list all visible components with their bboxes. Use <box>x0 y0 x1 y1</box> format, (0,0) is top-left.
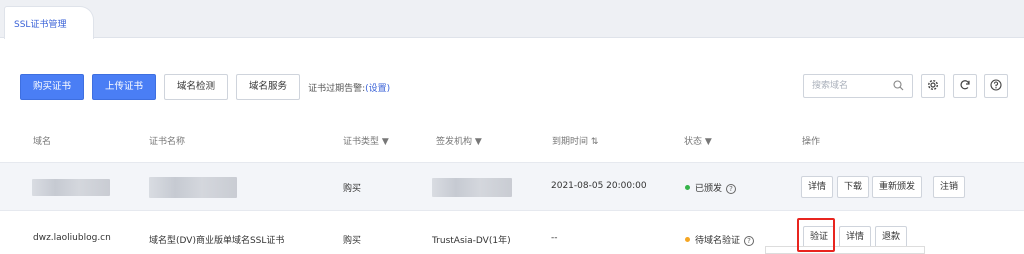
buy-cert-button[interactable]: 购买证书 <box>20 74 85 100</box>
expiry-alert-note: 证书过期告警:(设置) <box>308 81 390 94</box>
toolbar: 购买证书 上传证书 域名检测 域名服务 证书过期告警:(设置) <box>20 74 390 100</box>
sort-icon[interactable]: ⇅ <box>588 137 599 147</box>
expiry-alert-settings-link[interactable]: (设置) <box>365 84 390 94</box>
filter-icon[interactable]: ▼ <box>379 137 389 147</box>
col-expiry[interactable]: 到期时间 ⇅ <box>552 134 598 147</box>
details-button[interactable]: 详情 <box>801 176 834 198</box>
filter-icon[interactable]: ▼ <box>702 137 712 147</box>
highlight-box <box>797 218 835 252</box>
expiry-cell: -- <box>551 233 558 243</box>
revoke-button[interactable]: 注销 <box>933 176 966 198</box>
tab-ssl-management[interactable]: SSL证书管理 <box>4 6 94 39</box>
refund-button[interactable]: 退款 <box>875 226 908 248</box>
reissue-button[interactable]: 重新颁发 <box>872 176 923 198</box>
settings-button[interactable] <box>921 74 945 98</box>
search-icon[interactable] <box>893 80 904 94</box>
domain-service-button[interactable]: 域名服务 <box>236 74 301 100</box>
upload-cert-button[interactable]: 上传证书 <box>92 74 157 100</box>
col-actions: 操作 <box>802 137 821 147</box>
cert-type-cell: 购买 <box>343 236 362 246</box>
expiry-cell: 2021-08-05 20:00:00 <box>551 181 647 191</box>
details-button[interactable]: 详情 <box>839 226 872 248</box>
help-icon[interactable]: ? <box>744 236 755 246</box>
tab-bar: SSL证书管理 <box>0 0 1024 39</box>
status-dot <box>685 237 690 242</box>
status-cell: 已颁发? <box>685 181 737 194</box>
refresh-icon <box>959 79 971 94</box>
expiry-alert-label: 证书过期告警: <box>308 83 366 94</box>
search-input[interactable] <box>804 75 889 97</box>
table-row: 购买 2021-08-05 20:00:00 已颁发? 详情 下载 重新颁发 注… <box>0 162 1024 211</box>
col-status[interactable]: 状态 ▼ <box>684 134 712 147</box>
cert-name-cell: 域名型(DV)商业版单域名SSL证书 <box>149 236 285 246</box>
gear-icon <box>927 79 939 94</box>
redacted-domain <box>32 179 110 196</box>
table-header: 域名 证书名称 证书类型 ▼ 签发机构 ▼ 到期时间 ⇅ 状态 ▼ 操作 <box>0 117 1024 161</box>
filter-icon[interactable]: ▼ <box>472 137 482 147</box>
col-expiry-label: 到期时间 <box>552 137 589 147</box>
col-cert-name: 证书名称 <box>149 137 186 147</box>
status-label: 已颁发 <box>695 184 723 194</box>
col-issuer[interactable]: 签发机构 ▼ <box>436 134 482 147</box>
issuer-cell: TrustAsia-DV(1年) <box>432 236 511 246</box>
col-issuer-label: 签发机构 <box>436 137 473 147</box>
status-cell: 待域名验证? <box>685 233 755 246</box>
domain-search <box>803 74 913 98</box>
status-dot <box>685 185 690 190</box>
help-icon[interactable]: ? <box>726 184 737 194</box>
redacted-issuer <box>432 178 512 197</box>
col-cert-type-label: 证书类型 <box>343 137 380 147</box>
download-button[interactable]: 下载 <box>837 176 870 198</box>
help-button[interactable] <box>984 74 1008 98</box>
refresh-button[interactable] <box>953 74 977 98</box>
help-icon <box>990 78 1002 94</box>
tooltip <box>765 246 925 254</box>
redacted-cert-name <box>149 177 237 198</box>
cert-type-cell: 购买 <box>343 184 362 194</box>
col-status-label: 状态 <box>684 137 703 147</box>
col-domain: 域名 <box>33 137 52 147</box>
domain-check-button[interactable]: 域名检测 <box>164 74 229 100</box>
col-cert-type[interactable]: 证书类型 ▼ <box>343 134 389 147</box>
status-label: 待域名验证 <box>695 236 741 246</box>
domain-cell: dwz.laoliublog.cn <box>33 233 111 243</box>
